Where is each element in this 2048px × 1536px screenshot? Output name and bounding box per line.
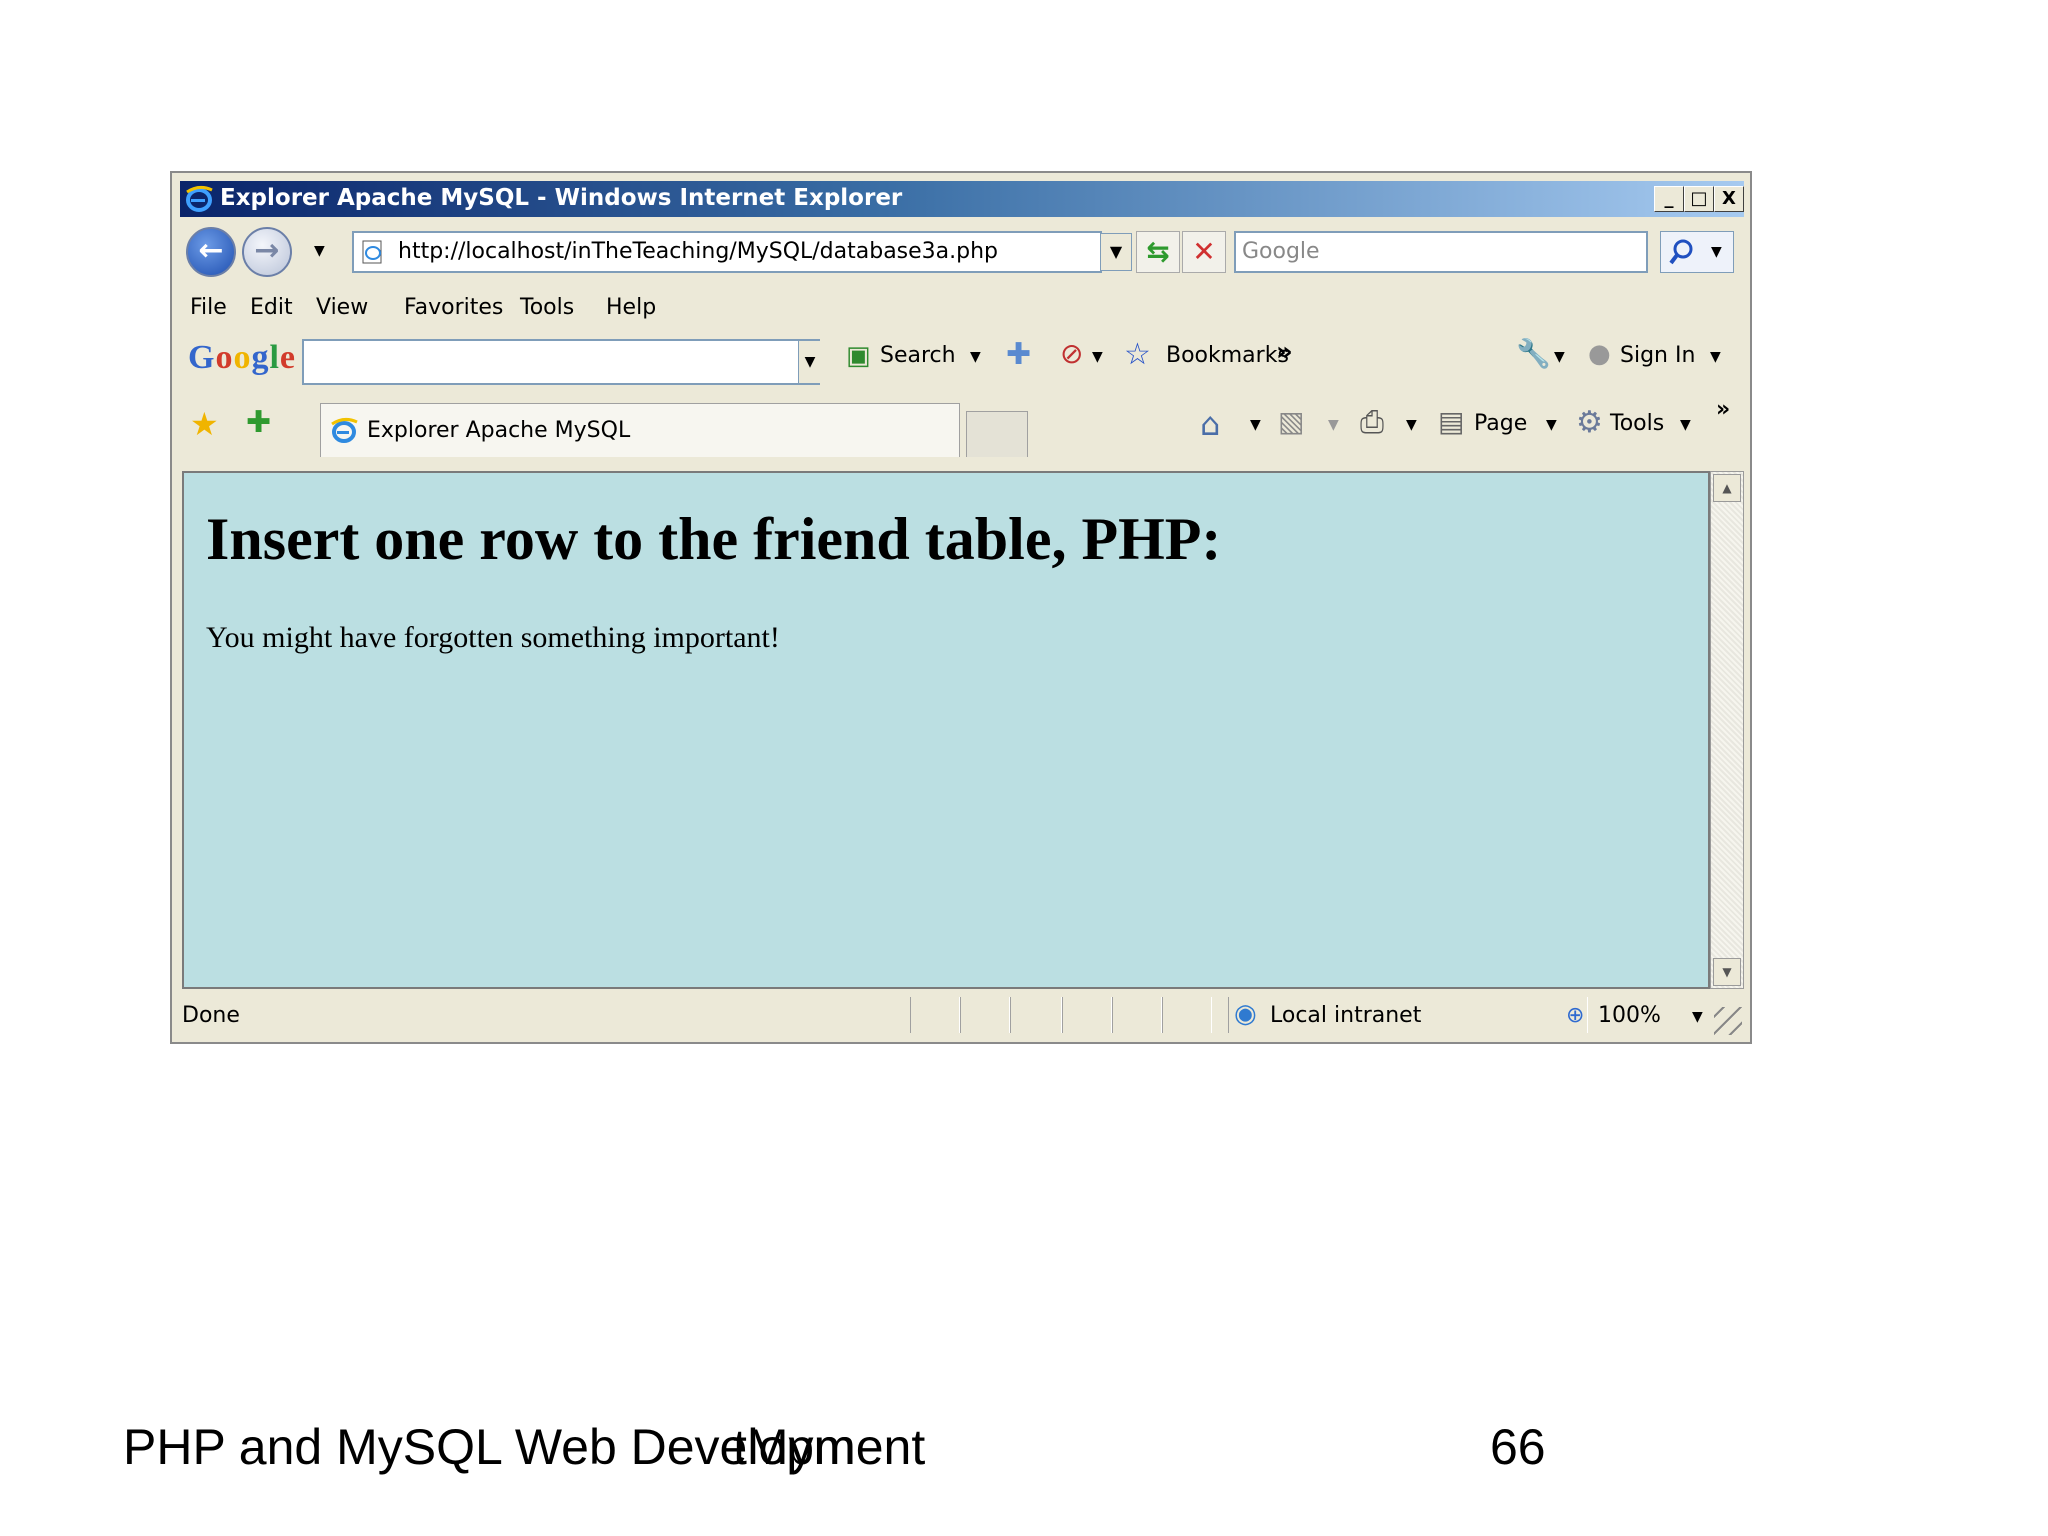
toolbar-overflow[interactable]: » (1276, 337, 1293, 367)
google-search-button[interactable]: Search (880, 343, 956, 368)
chevron-down-icon: ▼ (804, 354, 816, 370)
popup-dropdown-icon[interactable]: ▼ (1092, 349, 1103, 365)
tab-label: Explorer Apache MySQL (367, 418, 631, 443)
address-row: ← → ▼ http://localhost/inTheTeaching/MyS… (180, 221, 1744, 283)
new-tab-button[interactable] (966, 411, 1028, 457)
page-dropdown-icon[interactable]: ▼ (1546, 417, 1557, 433)
tab-row: ★ ✚ Explorer Apache MySQL ⌂ ▼ ▧ ▼ ⎙ ▼ ▤ … (180, 397, 1744, 457)
sign-in-dropdown-icon[interactable]: ▼ (1710, 349, 1721, 365)
security-zone: Local intranet (1270, 1003, 1422, 1028)
slide-footer-overlap: tMym (733, 1419, 856, 1475)
menu-view[interactable]: View (316, 295, 368, 320)
status-text: Done (182, 1003, 240, 1028)
home-dropdown-icon[interactable]: ▼ (1250, 417, 1261, 433)
window-title: Explorer Apache MySQL - Windows Internet… (220, 185, 903, 211)
back-arrow-icon: ← (198, 233, 224, 268)
search-dropdown-icon[interactable]: ▼ (970, 349, 981, 365)
address-url: http://localhost/inTheTeaching/MySQL/dat… (398, 239, 999, 264)
gear-icon: ⚙ (1576, 405, 1603, 440)
maximize-button[interactable]: □ (1684, 186, 1714, 212)
command-overflow[interactable]: » (1716, 397, 1730, 422)
page-icon (362, 240, 382, 264)
google-logo: Google (188, 339, 296, 376)
status-cell (910, 997, 960, 1033)
chevron-up-icon: ▲ (1722, 481, 1732, 495)
feeds-icon[interactable]: ▧ (1278, 405, 1304, 438)
status-cell (960, 997, 1010, 1033)
menu-edit[interactable]: Edit (250, 295, 293, 320)
status-cell (1062, 997, 1112, 1033)
slide-number: 66 (1490, 1419, 1546, 1475)
ie-tab-icon (331, 417, 358, 443)
feeds-dropdown-icon[interactable]: ▼ (1328, 417, 1339, 433)
page-menu-button[interactable]: Page (1474, 411, 1527, 436)
search-icon (1669, 239, 1693, 265)
home-icon[interactable]: ⌂ (1200, 405, 1220, 443)
page-icon: ▤ (1438, 405, 1465, 438)
page-message: You might have forgotten something impor… (206, 621, 780, 654)
zoom-level[interactable]: 100% (1598, 1003, 1661, 1028)
address-dropdown-button[interactable]: ▼ (1100, 233, 1132, 271)
refresh-icon: ⇆ (1146, 235, 1170, 268)
history-dropdown-icon[interactable]: ▼ (314, 243, 325, 259)
back-button[interactable]: ← (186, 227, 236, 277)
page-heading: Insert one row to the friend table, PHP: (206, 506, 1222, 572)
zoom-dropdown-icon[interactable]: ▼ (1692, 1009, 1703, 1025)
status-bar: Done ◉ Local intranet ⊕ 100% ▼ (180, 995, 1744, 1037)
google-search-input[interactable] (302, 339, 820, 385)
globe-icon: ◉ (1234, 999, 1257, 1029)
popup-blocker-icon[interactable]: ⊘ (1060, 337, 1083, 370)
resize-grip[interactable] (1714, 1007, 1742, 1035)
favorites-star-icon[interactable]: ★ (190, 405, 219, 443)
print-dropdown-icon[interactable]: ▼ (1406, 417, 1417, 433)
zoom-icon: ⊕ (1566, 1003, 1585, 1028)
sign-in-button[interactable]: Sign In (1620, 343, 1695, 368)
vertical-scrollbar[interactable]: ▲ ▼ (1710, 471, 1744, 989)
chevron-down-icon: ▼ (1722, 965, 1732, 979)
status-cell (1162, 997, 1212, 1033)
search-options-icon[interactable]: ▼ (1711, 244, 1722, 260)
scroll-up-button[interactable]: ▲ (1713, 474, 1741, 502)
menu-bar: File Edit View Favorites Tools Help (180, 293, 1744, 327)
refresh-button[interactable]: ⇆ (1136, 231, 1180, 273)
menu-help[interactable]: Help (606, 295, 656, 320)
status-cell (1112, 997, 1162, 1033)
minimize-button[interactable]: _ (1654, 186, 1684, 212)
tools-menu-button[interactable]: Tools (1610, 411, 1664, 436)
address-field[interactable]: http://localhost/inTheTeaching/MySQL/dat… (352, 231, 1102, 273)
google-search-dropdown[interactable]: ▼ (798, 341, 821, 383)
google-g-icon: ▣ (846, 341, 871, 371)
chevron-down-icon: ▼ (1109, 242, 1123, 261)
wrench-dropdown-icon[interactable]: ▼ (1554, 349, 1565, 365)
ie-logo-icon (186, 185, 213, 212)
bookmarks-button[interactable]: Bookmarks (1166, 343, 1289, 368)
bookmark-star-icon: ☆ (1124, 337, 1151, 372)
menu-file[interactable]: File (190, 295, 227, 320)
status-cell (1010, 997, 1062, 1033)
stop-icon: ✕ (1192, 235, 1216, 268)
plus-icon[interactable]: ✚ (1006, 337, 1031, 372)
scroll-down-button[interactable]: ▼ (1713, 958, 1741, 986)
browser-window: Explorer Apache MySQL - Windows Internet… (170, 171, 1752, 1044)
menu-tools[interactable]: Tools (520, 295, 574, 320)
add-favorite-icon[interactable]: ✚ (246, 405, 271, 440)
sign-in-icon: ● (1588, 339, 1611, 369)
stop-button[interactable]: ✕ (1182, 231, 1226, 273)
page-content: Insert one row to the friend table, PHP:… (182, 471, 1710, 989)
title-bar[interactable]: Explorer Apache MySQL - Windows Internet… (180, 181, 1744, 217)
google-toolbar: Google ▼ ▣ Search ▼ ✚ ⊘ ▼ ☆ Bookmarks » … (180, 333, 1744, 389)
forward-button[interactable]: → (242, 227, 292, 277)
menu-favorites[interactable]: Favorites (404, 295, 503, 320)
forward-arrow-icon: → (254, 233, 280, 268)
wrench-icon[interactable]: 🔧 (1516, 337, 1551, 370)
tools-dropdown-icon[interactable]: ▼ (1680, 417, 1691, 433)
search-input[interactable]: Google (1234, 231, 1648, 273)
print-icon[interactable]: ⎙ (1360, 405, 1384, 440)
search-go-button[interactable]: ▼ (1660, 231, 1734, 273)
close-button[interactable]: X (1714, 186, 1744, 212)
tab-explorer-apache-mysql[interactable]: Explorer Apache MySQL (320, 403, 960, 457)
